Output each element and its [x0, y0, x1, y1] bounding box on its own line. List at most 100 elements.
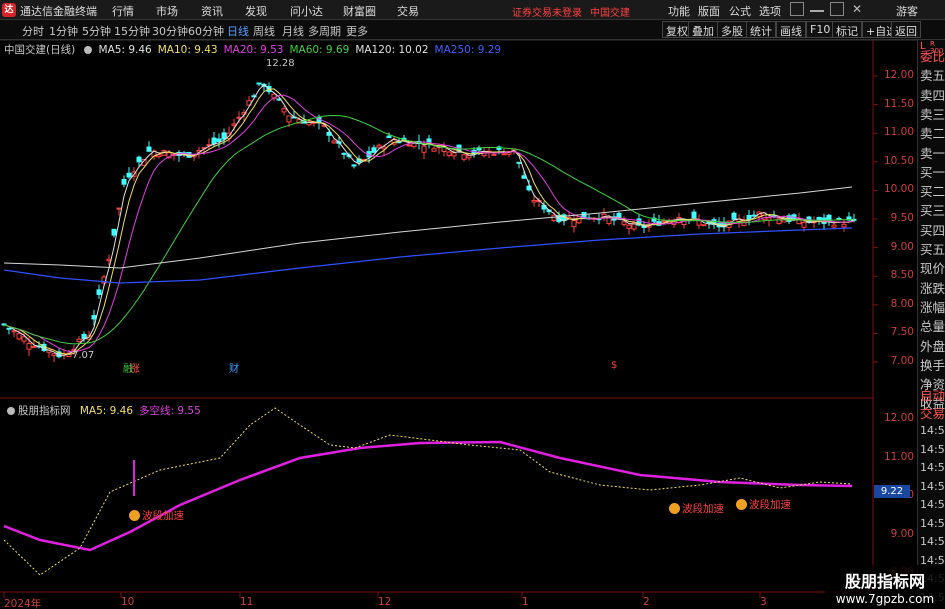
period-tab[interactable]: 更多: [346, 23, 368, 39]
ma-legend-item: MA5: 9.46: [98, 44, 152, 56]
signal-label: 波段加速: [129, 508, 184, 523]
toolbar-button[interactable]: 标记: [832, 21, 862, 38]
date-axis-label: 1: [522, 596, 529, 608]
ma-legend-item: MA120: 10.02: [355, 44, 429, 56]
event-marker[interactable]: 财: [229, 360, 239, 375]
price-axis-label: 10.00: [883, 183, 914, 196]
period-tab[interactable]: 5分钟: [82, 23, 111, 39]
date-axis-label: 12: [378, 596, 392, 608]
trade-field-label[interactable]: 交易: [920, 403, 945, 422]
toolbar-button[interactable]: 返回: [891, 21, 921, 38]
ma-legend-item: MA20: 9.53: [223, 44, 284, 56]
quote-field-label: 买三: [920, 203, 945, 219]
settings-dot-icon[interactable]: [84, 46, 93, 54]
period-tab[interactable]: 日线: [227, 23, 249, 39]
period-tab[interactable]: 周线: [253, 23, 275, 39]
quote-field-label: 总量: [920, 319, 945, 335]
low-price-label: 7.07: [72, 350, 95, 361]
menu-right-item[interactable]: 版面: [698, 3, 720, 19]
signal-dot-icon: [736, 499, 747, 510]
period-tab[interactable]: 分时: [22, 23, 44, 39]
price-axis-label: 11.50: [883, 97, 914, 110]
menu-item[interactable]: 资讯: [201, 3, 223, 19]
toolbar-button[interactable]: 统计: [746, 21, 776, 38]
high-price-label: 12.28: [266, 58, 295, 69]
period-tab[interactable]: 60分钟: [188, 23, 224, 39]
tick-time: 14:56: [920, 442, 945, 456]
ma-legend-item: MA10: 9.43: [157, 44, 218, 56]
signal-label: 波段加速: [736, 497, 791, 512]
ma-legend-item: MA250: 9.29: [434, 44, 502, 56]
menu-item[interactable]: 行情: [112, 3, 134, 19]
toolbar-button[interactable]: 叠加: [688, 21, 718, 38]
signal-text: 波段加速: [682, 503, 724, 515]
sub-axis-label: 11.00: [883, 450, 914, 463]
toolbar-button[interactable]: 多股: [717, 21, 747, 38]
trade-field-label[interactable]: 自动: [920, 385, 945, 404]
trade-login-warning[interactable]: 证券交易未登录: [512, 4, 582, 19]
quote-field-label: 买一: [920, 164, 945, 180]
toolbar-button[interactable]: 画线: [776, 21, 806, 38]
watermark-title: 股朋指标网: [844, 572, 925, 591]
quote-field-label: 卖四: [920, 87, 945, 103]
menu-stock-name[interactable]: 中国交建: [590, 4, 630, 19]
indicator-legend-item: 多空线: 9.55: [139, 405, 201, 417]
period-tab[interactable]: 多周期: [308, 23, 341, 39]
menu-item[interactable]: 交易: [397, 3, 419, 19]
date-axis-label: 2024年: [4, 598, 42, 609]
event-marker[interactable]: 涨: [130, 360, 140, 375]
watermark: 股朋指标网 www.7gpzb.com: [825, 565, 945, 609]
stock-period-label[interactable]: 中国交建(日线): [4, 44, 75, 56]
price-axis-label: 11.00: [883, 126, 914, 139]
price-axis-label: 9.50: [890, 212, 914, 224]
period-tab[interactable]: 1分钟: [49, 23, 78, 39]
tick-time: 14:56: [920, 498, 945, 511]
watermark-url: www.7gpzb.com: [835, 592, 935, 606]
tick-time: 14:56: [920, 479, 945, 493]
minimize-icon[interactable]: [810, 2, 824, 12]
menu-item[interactable]: 财富圈: [343, 3, 376, 19]
price-axis-label: 9.00: [890, 240, 914, 253]
quote-field-label: 现价: [920, 261, 945, 277]
sub-axis-label: 12.00: [883, 412, 914, 424]
date-axis-label: 10: [121, 596, 135, 608]
quote-field-label: 买四: [920, 222, 945, 238]
period-tab[interactable]: 15分钟: [114, 23, 150, 39]
sub-axis-label: 9.00: [890, 527, 914, 540]
menu-right-item[interactable]: 功能: [668, 3, 690, 19]
menu-right-item[interactable]: 选项: [759, 3, 781, 19]
price-axis-label: 7.50: [890, 326, 914, 339]
app-logo-icon: 达: [2, 3, 16, 17]
tick-time: 14:56: [920, 535, 945, 548]
menu-item[interactable]: 发现: [245, 3, 267, 19]
date-axis-label: 2: [643, 596, 650, 608]
signal-label: 波段加速: [669, 501, 724, 516]
period-tab[interactable]: 月线: [282, 23, 304, 39]
quote-field-label: 涨幅: [920, 299, 945, 315]
menu-item[interactable]: 问小达: [290, 3, 323, 19]
maximize-icon[interactable]: [830, 2, 844, 16]
menu-item[interactable]: 市场: [156, 3, 178, 19]
corner-r: R 300: [930, 40, 944, 55]
close-icon[interactable]: ✕: [850, 2, 864, 16]
toolbar-button[interactable]: F10: [806, 21, 835, 38]
window-toggle-icon[interactable]: [790, 2, 804, 16]
signal-dot-icon: [129, 510, 140, 521]
period-tab[interactable]: 30分钟: [152, 23, 188, 39]
quote-field-label: 外盘: [920, 338, 945, 354]
app-title: 通达信金融终端: [20, 5, 97, 18]
price-axis-label: 12.00: [883, 69, 914, 81]
signal-dot-icon: [669, 503, 680, 514]
menu-right-item[interactable]: 游客: [896, 3, 918, 19]
indicator-name[interactable]: 股朋指标网: [18, 405, 71, 417]
price-axis-label: 10.50: [883, 154, 914, 167]
quote-field-label: 卖三: [920, 106, 945, 122]
settings-dot-icon[interactable]: [7, 407, 15, 415]
quote-field-label: 卖二: [920, 126, 945, 142]
period-toolbar: 分时 1分钟 5分钟 15分钟 30分钟 60分钟 日线 周线 月线 多周期 更多 复权 叠加 多股 统计…: [0, 20, 945, 40]
menu-right-item[interactable]: 公式: [729, 3, 751, 19]
quote-field-label: 换手: [920, 357, 945, 373]
event-marker[interactable]: $: [611, 360, 617, 371]
main-chart-legend: 中国交建(日线) MA5: 9.46 MA10: 9.43 MA20: 9.53 MA…: [4, 42, 507, 56]
corner-indicator: L: [920, 42, 926, 52]
